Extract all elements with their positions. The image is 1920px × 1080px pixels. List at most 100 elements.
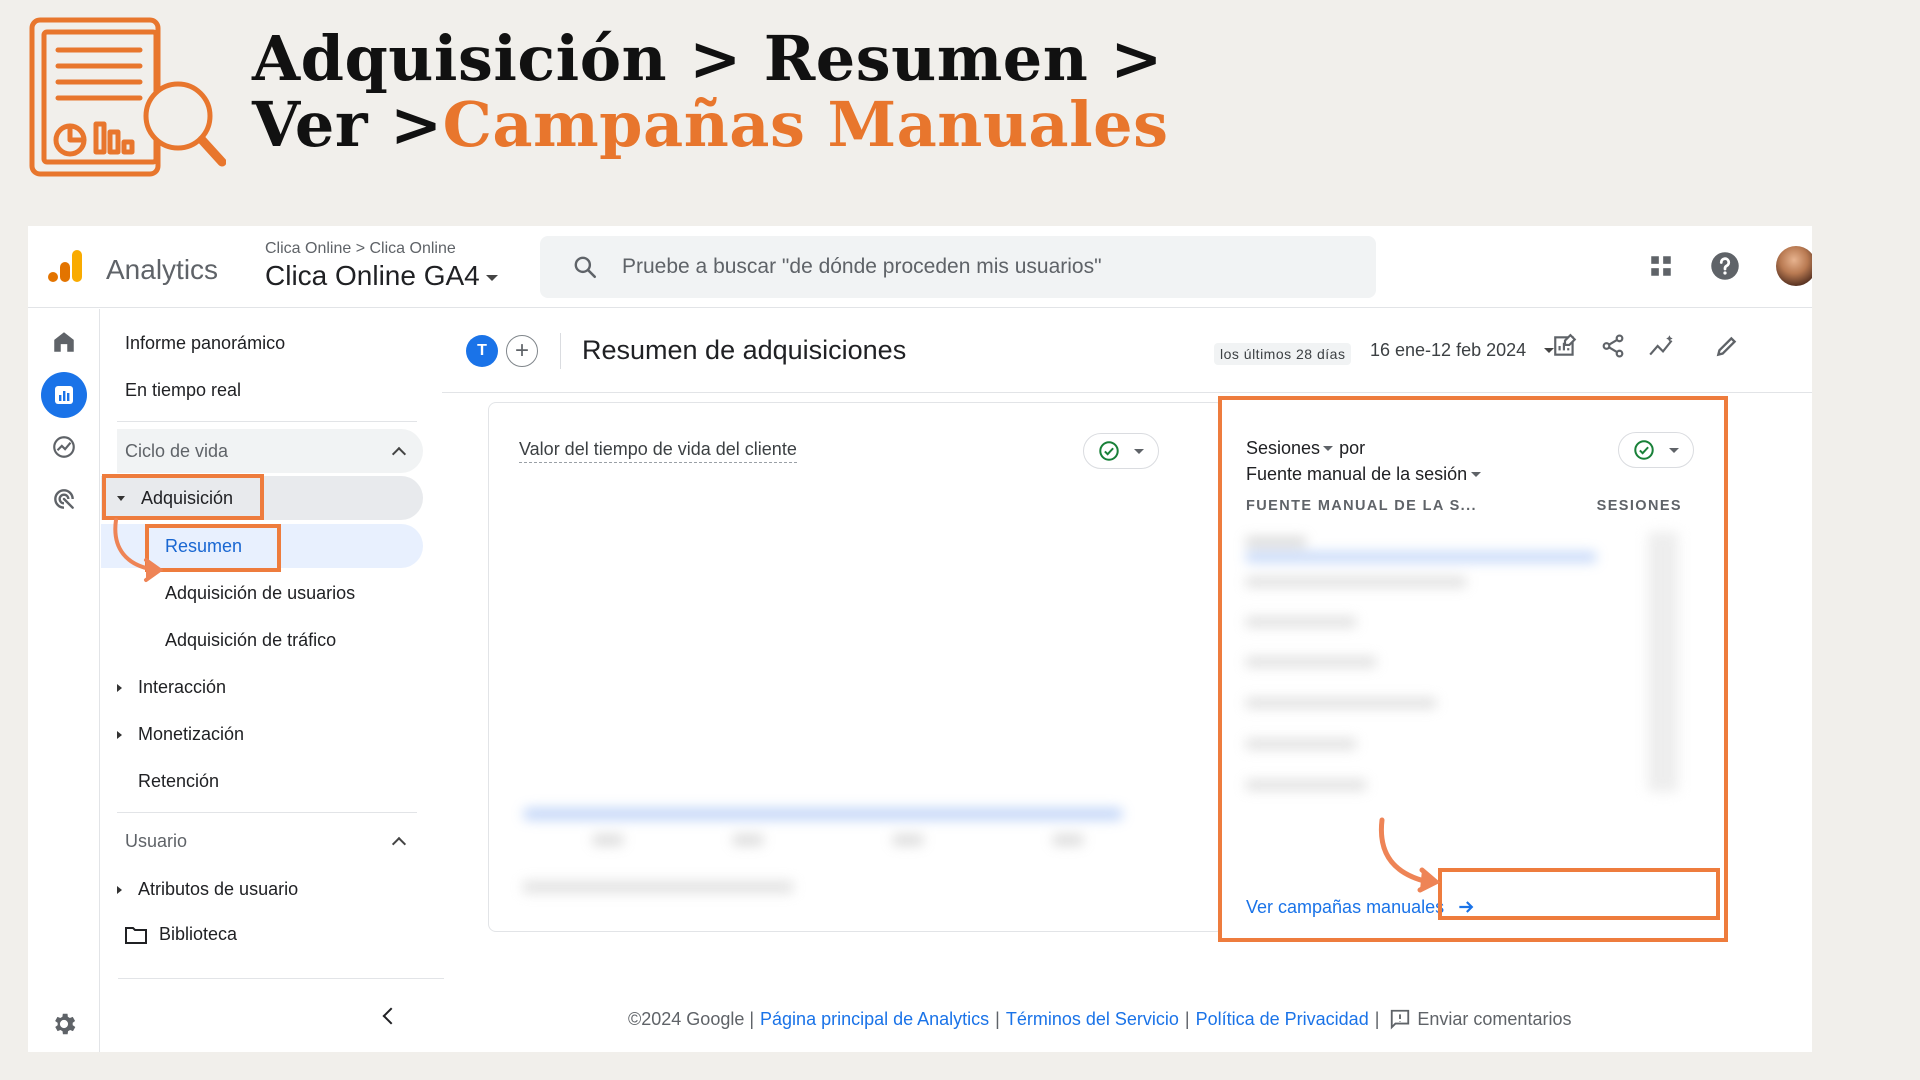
search-bar[interactable] — [540, 236, 1376, 298]
caret-right-icon — [117, 885, 122, 894]
nav-retention[interactable]: Retención — [138, 771, 219, 792]
metric-label: Sesiones — [1246, 438, 1321, 458]
dimension-selector[interactable]: Fuente manual de la sesión — [1246, 464, 1482, 485]
arrow-right-icon — [1459, 901, 1474, 913]
bar-chart-icon — [55, 386, 73, 404]
customize-report-icon[interactable] — [1552, 333, 1578, 359]
header-separator — [560, 333, 561, 369]
headline-line-1: Adquisición > Resumen > — [252, 22, 1163, 95]
nav-divider — [117, 421, 417, 422]
nav-engagement-label: Interacción — [138, 677, 227, 697]
nav-user-acquisition[interactable]: Adquisición de usuarios — [165, 583, 355, 604]
account-breadcrumb[interactable]: Clica Online > Clica Online — [265, 240, 456, 258]
reports-nav: Informe panorámico En tiempo real Ciclo … — [101, 309, 441, 1052]
sessions-metric-line: Sesiones por — [1246, 438, 1365, 459]
analytics-window: Analytics Clica Online > Clica Online Cl… — [28, 226, 1812, 1052]
nav-traffic-acquisition[interactable]: Adquisición de tráfico — [165, 630, 336, 651]
report-magnifier-logo — [29, 17, 226, 177]
page-footer: ©2024 Google | Página principal de Analy… — [628, 1008, 1571, 1030]
send-feedback-button[interactable]: Enviar comentarios — [1389, 1008, 1571, 1030]
feedback-icon — [1391, 1009, 1410, 1030]
nav-monetization[interactable]: Monetización — [117, 724, 244, 745]
annotation-arrow-icon — [113, 518, 164, 582]
property-name: Clica Online GA4 — [265, 260, 480, 291]
rail-advertising[interactable] — [41, 476, 87, 522]
add-comparison-icon[interactable]: + — [506, 335, 538, 367]
chevron-down-icon — [1669, 447, 1679, 453]
nav-user-attributes-label: Atributos de usuario — [138, 879, 299, 899]
footer-link-home[interactable]: Página principal de Analytics — [760, 1009, 989, 1030]
apps-grid-icon[interactable] — [1648, 253, 1674, 279]
share-icon[interactable] — [1600, 333, 1626, 359]
annotation-arrow-icon — [1378, 817, 1441, 893]
date-range-picker[interactable]: 16 ene-12 feb 2024 — [1370, 340, 1555, 361]
caret-right-icon — [117, 683, 122, 692]
chevron-down-icon — [1134, 448, 1144, 454]
nav-acquisition[interactable]: Adquisición — [117, 488, 233, 509]
left-rail — [28, 309, 100, 1052]
top-right-actions — [1648, 246, 1812, 286]
footer-link-terms[interactable]: Términos del Servicio — [1006, 1009, 1179, 1030]
footer-sep: | — [1374, 1008, 1380, 1029]
comparison-badge[interactable]: T — [466, 335, 498, 367]
header-toolbar — [1552, 333, 1740, 359]
gear-icon — [55, 1013, 76, 1035]
footer-sep: | — [1184, 1008, 1190, 1029]
footer-link-privacy[interactable]: Política de Privacidad — [1196, 1009, 1369, 1030]
caret-down-icon — [117, 496, 125, 501]
search-input[interactable] — [622, 255, 1322, 279]
advertising-target-icon — [54, 489, 74, 509]
feedback-label: Enviar comentarios — [1417, 1008, 1572, 1029]
folder-icon — [125, 926, 147, 944]
app-name: Analytics — [106, 254, 219, 285]
metric-selector[interactable]: Sesiones — [1246, 438, 1334, 459]
dimension-label: Fuente manual de la sesión — [1246, 464, 1468, 484]
chevron-down-icon — [1471, 472, 1482, 477]
caret-right-icon — [117, 730, 122, 739]
nav-divider — [117, 812, 417, 813]
rail-reports[interactable] — [41, 372, 87, 418]
page-title: Resumen de adquisiciones — [582, 335, 907, 365]
nav-acquisition-label: Adquisición — [141, 488, 234, 508]
top-bar: Analytics Clica Online > Clica Online Cl… — [28, 226, 1812, 308]
edit-pencil-icon[interactable] — [1714, 333, 1740, 359]
nav-engagement[interactable]: Interacción — [117, 677, 226, 698]
sessions-card: Sesiones por Fuente manual de la sesión … — [1218, 402, 1696, 932]
analytics-logo-icon[interactable] — [46, 246, 86, 286]
content-header: T + Resumen de adquisiciones los últimos… — [442, 309, 1812, 393]
page-headline: Adquisición > Resumen > Ver >Campañas Ma… — [252, 26, 1168, 158]
by-label: por — [1339, 438, 1366, 458]
column-header-dimension: FUENTE MANUAL DE LA S... — [1246, 498, 1477, 514]
ltv-card-title[interactable]: Valor del tiempo de vida del cliente — [519, 439, 797, 463]
footer-copyright: ©2024 Google | — [628, 1008, 755, 1029]
ltv-card: Valor del tiempo de vida del cliente — [488, 402, 1224, 932]
search-icon — [574, 256, 597, 279]
nav-section-user[interactable]: Usuario — [125, 831, 187, 852]
nav-monetization-label: Monetización — [138, 724, 245, 744]
view-manual-campaigns-label: Ver campañas manuales — [1246, 896, 1445, 917]
chevron-up-icon[interactable] — [391, 836, 407, 852]
headline-line-2-prefix: Ver > — [252, 88, 443, 161]
help-icon[interactable] — [1710, 251, 1740, 281]
card-status-chip[interactable] — [1618, 432, 1694, 468]
avatar[interactable] — [1776, 246, 1812, 286]
nav-lifecycle-label: Ciclo de vida — [125, 441, 229, 461]
date-label[interactable]: los últimos 28 días — [1214, 343, 1352, 365]
nav-library-label: Biblioteca — [159, 924, 238, 944]
card-status-chip[interactable] — [1083, 433, 1159, 469]
date-range-text: 16 ene-12 feb 2024 — [1370, 340, 1527, 360]
rail-home[interactable] — [41, 319, 87, 365]
insights-icon[interactable] — [1648, 333, 1678, 359]
nav-library[interactable]: Biblioteca — [125, 924, 237, 945]
rail-admin[interactable] — [41, 1001, 87, 1047]
explore-icon — [53, 436, 75, 458]
chevron-down-icon — [485, 275, 498, 281]
footer-sep: | — [995, 1008, 1000, 1029]
chevron-down-icon — [1323, 446, 1334, 451]
nav-realtime[interactable]: En tiempo real — [125, 380, 241, 401]
nav-user-attributes[interactable]: Atributos de usuario — [117, 879, 298, 900]
property-selector[interactable]: Clica Online GA4 — [265, 260, 498, 292]
rail-explore[interactable] — [41, 424, 87, 470]
check-circle-icon — [1099, 441, 1119, 461]
nav-overview[interactable]: Informe panorámico — [125, 333, 285, 354]
